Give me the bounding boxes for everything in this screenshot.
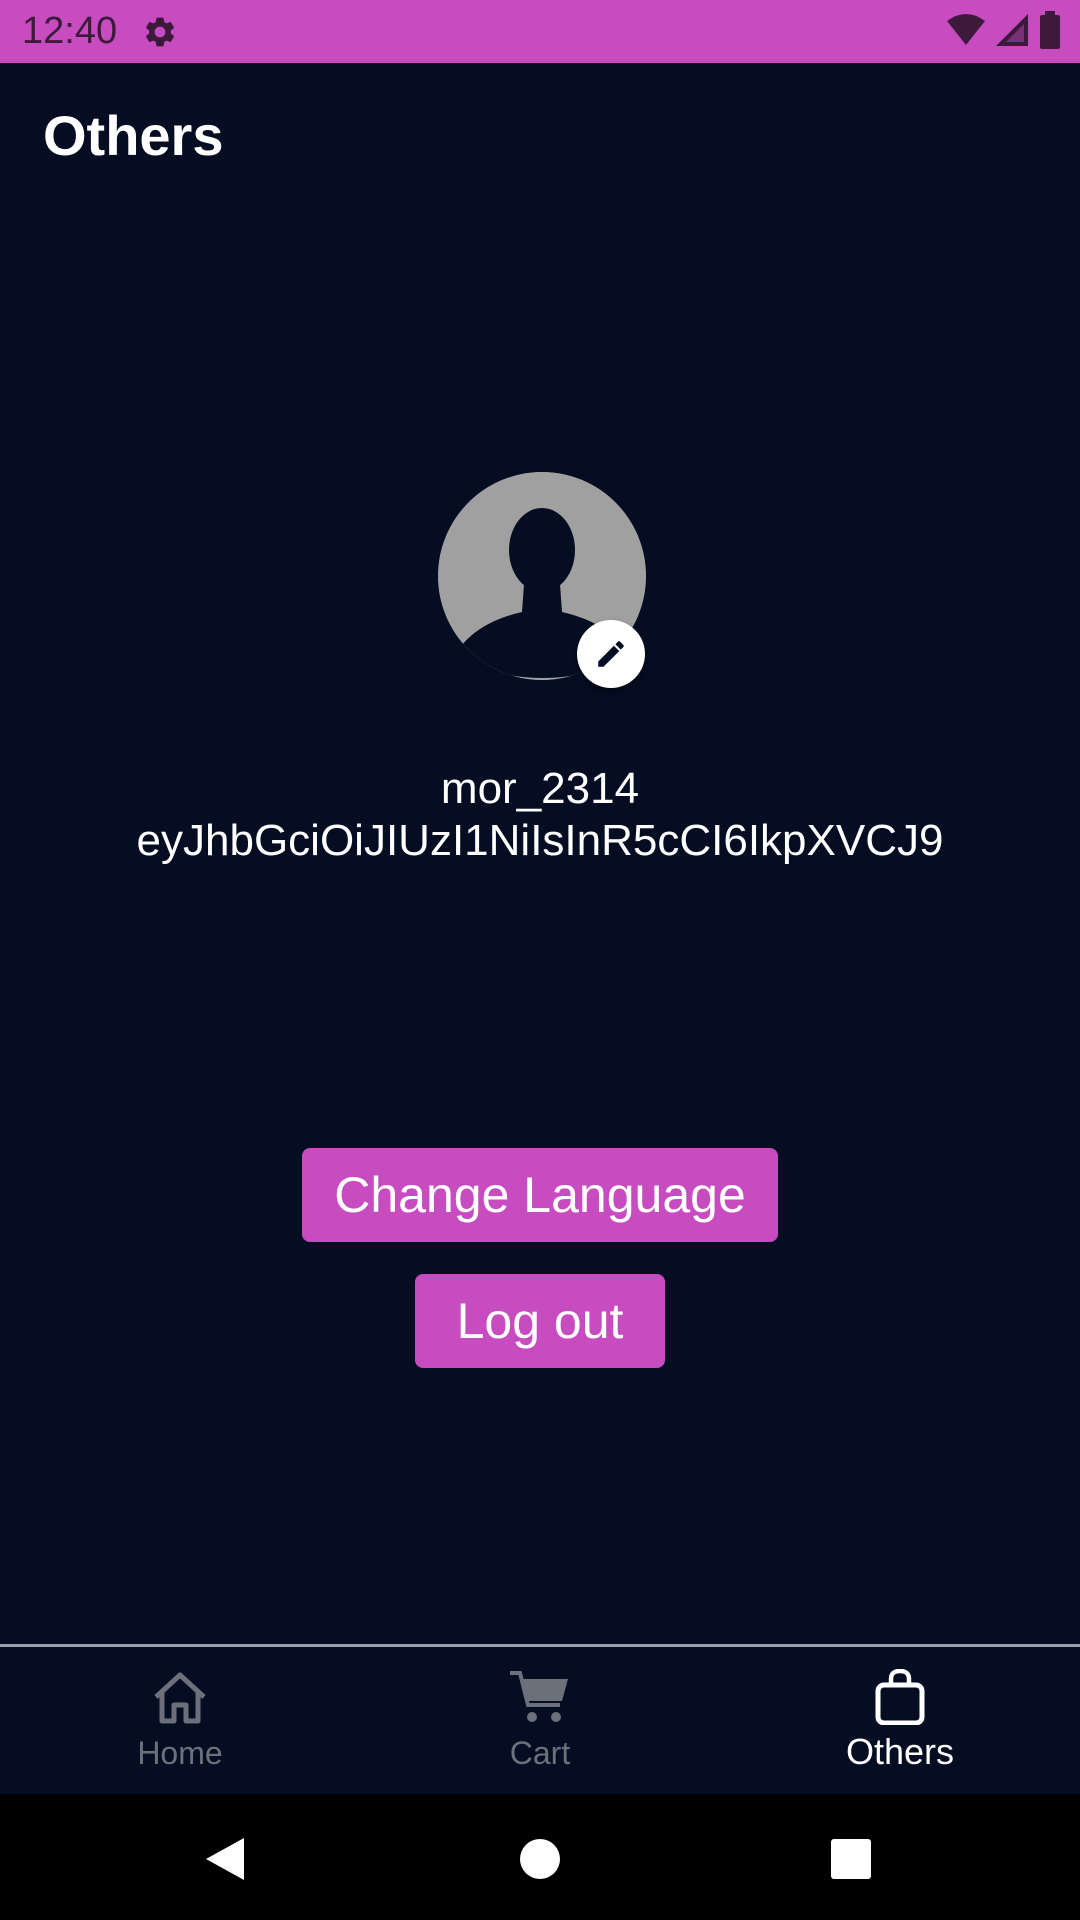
pencil-icon bbox=[598, 641, 624, 667]
nav-item-others[interactable]: Others bbox=[720, 1647, 1080, 1794]
status-bar: 12:40 bbox=[0, 0, 1080, 63]
cart-icon bbox=[510, 1669, 570, 1725]
logout-button[interactable]: Log out bbox=[415, 1274, 665, 1368]
auth-token: eyJhbGciOiJIUzI1NiIsInR5cCI6IkpXVCJ9 bbox=[136, 816, 944, 865]
system-nav-bar bbox=[0, 1794, 1080, 1920]
signal-icon bbox=[994, 12, 1030, 53]
home-circle-icon[interactable] bbox=[515, 1834, 565, 1884]
settings-gear-icon bbox=[142, 14, 178, 50]
bottom-nav: Home Cart Others bbox=[0, 1647, 1080, 1794]
change-language-button[interactable]: Change Language bbox=[302, 1148, 778, 1242]
wifi-icon bbox=[946, 13, 986, 52]
status-time: 12:40 bbox=[22, 10, 118, 52]
edit-avatar-button[interactable] bbox=[577, 620, 645, 688]
recents-square-icon[interactable] bbox=[826, 1834, 876, 1884]
nav-label-cart: Cart bbox=[509, 1735, 571, 1771]
nav-item-home[interactable]: Home bbox=[0, 1647, 360, 1794]
nav-label-home: Home bbox=[137, 1735, 223, 1771]
nav-item-cart[interactable]: Cart bbox=[360, 1647, 720, 1794]
status-indicators bbox=[946, 10, 1062, 54]
nav-label-others: Others bbox=[845, 1731, 955, 1772]
user-info: mor_2314 eyJhbGciOiJIUzI1NiIsInR5cCI6Ikp… bbox=[0, 763, 1080, 867]
page-title: Others bbox=[43, 104, 224, 167]
shopping-bag-icon bbox=[870, 1668, 930, 1726]
back-icon[interactable] bbox=[200, 1834, 250, 1884]
battery-icon bbox=[1038, 10, 1062, 54]
home-icon bbox=[150, 1669, 210, 1725]
app-content: Others mor_2314 eyJhbGciOiJIUzI1NiIsInR5… bbox=[0, 63, 1080, 1644]
username: mor_2314 bbox=[440, 764, 640, 813]
